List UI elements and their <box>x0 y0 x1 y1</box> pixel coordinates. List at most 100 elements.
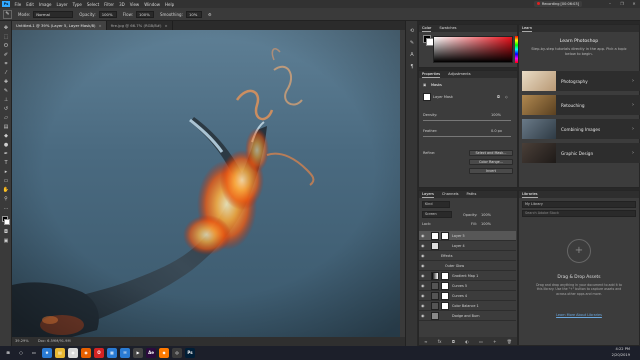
crop-tool-icon[interactable]: ⌗ <box>2 61 10 68</box>
layer-row-gradient-map-1[interactable]: ◉ Gradient Map 1 <box>419 271 516 281</box>
visibility-eye-icon[interactable]: ◉ <box>421 271 426 281</box>
aftereffects-icon[interactable]: Ae <box>146 348 156 358</box>
layer-row-outer-glow[interactable]: ◉ Outer Glow <box>419 261 516 271</box>
tab-fire-jpg[interactable]: fire.jpg @ 66.7% (RGB/8#) × <box>107 21 173 30</box>
edge-icon[interactable]: e <box>42 348 52 358</box>
layer-row-effects[interactable]: ◉ Effects <box>419 251 516 261</box>
search-icon[interactable]: ○ <box>16 348 26 358</box>
eraser-tool-icon[interactable]: ▱ <box>2 115 10 122</box>
gradient-tool-icon[interactable]: ▤ <box>2 124 10 131</box>
app-icon[interactable]: ◆ <box>159 348 169 358</box>
select-and-mask-button[interactable]: Select and Mask... <box>469 150 513 156</box>
opera-icon[interactable]: O <box>94 348 104 358</box>
lasso-tool-icon[interactable]: ʘ <box>2 43 10 50</box>
layer-row-curves-4[interactable]: ◉ Curves 4 <box>419 291 516 301</box>
density-slider[interactable] <box>423 120 511 121</box>
move-tool-icon[interactable]: ✥ <box>2 25 10 32</box>
vector-mask-icon[interactable]: ◇ <box>505 95 508 99</box>
menu-window[interactable]: Window <box>142 2 163 7</box>
flow-field[interactable]: 100% <box>135 10 154 18</box>
type-tool-icon[interactable]: T <box>2 160 10 167</box>
learn-item-retouching[interactable]: Retouching › <box>522 95 640 115</box>
layer-row-dodge-and-burn[interactable]: ◉ Dodge and Burn <box>419 311 516 321</box>
photoshop-icon[interactable]: Ps <box>185 348 195 358</box>
layer-row-layer-5[interactable]: ◉ Layer 5 <box>419 231 516 241</box>
new-layer-icon[interactable]: + <box>493 339 496 344</box>
color-range-button[interactable]: Color Range... <box>469 159 513 165</box>
layer-row-color-balance-1[interactable]: ◉ Color Balance 1 <box>419 301 516 311</box>
blend-mode-select[interactable]: Screen <box>422 211 452 218</box>
pen-tool-icon[interactable]: ✒ <box>2 151 10 158</box>
feather-value[interactable]: 0.0 px <box>491 129 502 133</box>
visibility-eye-icon[interactable]: ◉ <box>421 311 426 321</box>
blur-tool-icon[interactable]: ◆ <box>2 133 10 140</box>
paragraph-icon[interactable]: ¶ <box>408 63 416 71</box>
learn-item-combining-images[interactable]: Combining Images › <box>522 119 640 139</box>
brush-tool-icon[interactable]: ✎ <box>3 9 12 19</box>
media-icon[interactable]: ▶ <box>133 348 143 358</box>
tab-untitled-1[interactable]: Untitled-1 @ 39% (Layer 5, Layer Mask/8)… <box>12 21 107 30</box>
quick-mask-icon[interactable]: ◘ <box>2 229 10 236</box>
layer-row-layer-4[interactable]: ◉ Layer 4 <box>419 241 516 251</box>
hand-tool-icon[interactable]: ✋ <box>2 187 10 194</box>
mail-icon[interactable]: ✉ <box>120 348 130 358</box>
marquee-tool-icon[interactable]: ⬚ <box>2 34 10 41</box>
trash-icon[interactable]: 🗑 <box>507 339 512 344</box>
document-canvas[interactable] <box>12 30 405 337</box>
visibility-eye-icon[interactable]: ◉ <box>421 291 426 301</box>
zoom-level[interactable]: 39.29% <box>15 339 29 343</box>
maximize-button[interactable]: ❐ <box>618 1 626 7</box>
layer-opacity-value[interactable]: 100% <box>481 213 491 217</box>
start-icon[interactable]: ⊞ <box>3 348 13 358</box>
group-folder-icon[interactable]: ▭ <box>479 339 483 344</box>
tab-color[interactable]: Color <box>422 25 432 32</box>
firefox-icon[interactable]: ◉ <box>81 348 91 358</box>
add-asset-plus-icon[interactable]: + <box>567 239 591 263</box>
shape-tool-icon[interactable]: ▭ <box>2 178 10 185</box>
learn-item-graphic-design[interactable]: Graphic Design › <box>522 143 640 163</box>
brush-tool-icon[interactable]: ✎ <box>2 88 10 95</box>
settings-gear-icon[interactable]: ⚙ <box>208 12 212 17</box>
menu-help[interactable]: Help <box>162 2 176 7</box>
history-icon[interactable]: ⟲ <box>408 27 416 35</box>
tab-adjustments[interactable]: Adjustments <box>448 71 471 78</box>
character-icon[interactable]: A <box>408 51 416 59</box>
link-layers-icon[interactable]: ∞ <box>424 339 427 344</box>
smoothing-field[interactable]: 10% <box>185 10 202 18</box>
quick-select-tool-icon[interactable]: ✐ <box>2 52 10 59</box>
dodge-tool-icon[interactable]: ● <box>2 142 10 149</box>
menu-file[interactable]: File <box>12 2 24 7</box>
tab-layers[interactable]: Layers <box>422 191 434 198</box>
background-color-swatch[interactable] <box>4 219 10 225</box>
feather-slider[interactable] <box>423 136 511 137</box>
tab-paths[interactable]: Paths <box>467 191 477 198</box>
mode-select[interactable]: Normal <box>33 10 74 18</box>
visibility-eye-icon[interactable]: ◉ <box>421 301 426 311</box>
stamp-tool-icon[interactable]: ⊥ <box>2 97 10 104</box>
kind-filter-select[interactable]: Kind <box>422 201 450 208</box>
minimize-button[interactable]: – <box>606 1 614 7</box>
fill-value[interactable]: 100% <box>481 222 491 226</box>
visibility-eye-icon[interactable]: ◉ <box>421 241 426 251</box>
more-tools-icon[interactable]: … <box>2 205 10 212</box>
store-icon[interactable]: ▦ <box>107 348 117 358</box>
library-select[interactable]: My Library <box>522 201 636 208</box>
density-value[interactable]: 100% <box>491 113 501 117</box>
tab-properties[interactable]: Properties <box>422 71 441 78</box>
close-button[interactable]: ✕ <box>630 1 638 7</box>
history-brush-icon[interactable]: ↺ <box>2 106 10 113</box>
menu-filter[interactable]: Filter <box>102 2 117 7</box>
visibility-eye-icon[interactable]: ◉ <box>421 261 426 271</box>
menu-edit[interactable]: Edit <box>24 2 37 7</box>
close-tab-icon[interactable]: × <box>99 23 102 28</box>
tab-libraries[interactable]: Libraries <box>522 191 538 198</box>
visibility-eye-icon[interactable]: ◉ <box>421 281 426 291</box>
menu-image[interactable]: Image <box>36 2 54 7</box>
recording-indicator[interactable]: Recording [00:06:03] <box>533 1 582 7</box>
close-tab-icon[interactable]: × <box>165 23 168 28</box>
invert-button[interactable]: Invert <box>469 168 513 174</box>
camera-icon[interactable]: ◎ <box>172 348 182 358</box>
learn-item-photography[interactable]: Photography › <box>522 71 640 91</box>
opacity-field[interactable]: 100% <box>98 10 117 18</box>
zoom-tool-icon[interactable]: ⚲ <box>2 196 10 203</box>
